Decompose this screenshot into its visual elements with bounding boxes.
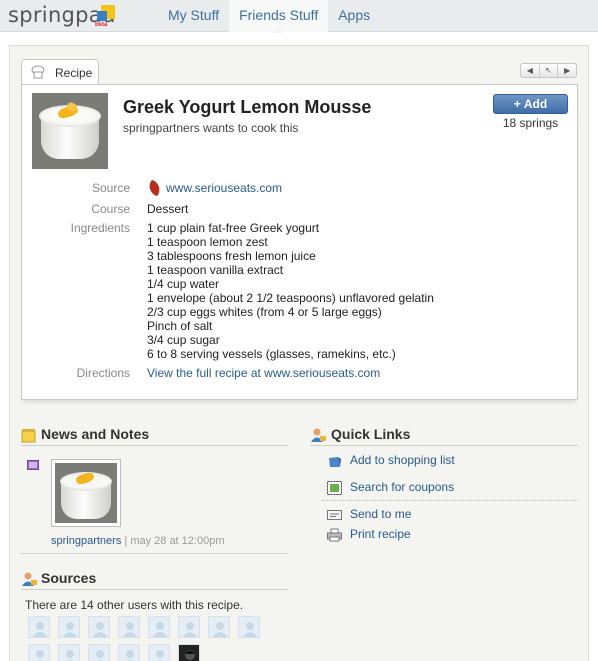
user-photo-avatar <box>185 650 195 660</box>
envelope-icon <box>327 510 342 520</box>
default-avatar-icon <box>96 650 104 661</box>
active-nav-caret <box>273 27 285 33</box>
recipe-card: Greek Yogurt Lemon Mousse springpartners… <box>21 84 578 400</box>
news-date: may 28 at 12:00pm <box>130 535 225 547</box>
serious-eats-icon <box>145 179 164 197</box>
recipe-photo[interactable] <box>32 93 108 169</box>
top-bar: springpad beta My Stuff Friends Stuff Ap… <box>0 0 598 33</box>
prev-item-button[interactable]: ◀ <box>521 64 540 77</box>
course-label: Course <box>91 202 130 216</box>
default-avatar-icon <box>213 622 227 637</box>
main-panel: Recipe ◀ ↖ ▶ Greek Yogurt Lemon Mousse s… <box>9 45 589 661</box>
beta-badge: beta <box>95 22 108 28</box>
divider <box>310 445 578 446</box>
ingredient-item: 2/3 cup eggs whites (from 4 or 5 large e… <box>147 305 382 319</box>
quick-link-shopping-list[interactable]: Add to shopping list <box>350 453 455 467</box>
news-meta: springpartners | may 28 at 12:00pm <box>51 535 224 547</box>
default-avatar-icon <box>66 650 74 661</box>
ingredient-item: 1/4 cup water <box>147 277 220 291</box>
source-user-avatar[interactable] <box>238 616 260 638</box>
news-author-link[interactable]: springpartners <box>51 535 121 547</box>
coupon-icon <box>327 481 342 495</box>
directions-label: Directions <box>76 366 130 380</box>
meta-separator: | <box>124 535 128 547</box>
source-user-avatar[interactable] <box>58 644 80 661</box>
default-avatar-icon <box>36 650 44 661</box>
ingredient-item: Pinch of salt <box>147 319 213 333</box>
ingredient-item: 6 to 8 serving vessels (glasses, ramekin… <box>147 347 396 361</box>
default-avatar-icon <box>153 622 167 637</box>
user-sources-icon <box>22 572 37 586</box>
item-pager: ◀ ↖ ▶ <box>520 63 577 78</box>
source-user-avatar[interactable] <box>28 644 50 661</box>
divider <box>21 589 288 590</box>
up-button[interactable]: ↖ <box>540 64 559 77</box>
printer-icon <box>327 528 342 542</box>
springpad-logo-mark[interactable]: beta <box>95 5 117 28</box>
tab-label: Recipe <box>55 66 93 80</box>
default-avatar-icon <box>156 650 164 661</box>
quick-link-print-recipe[interactable]: Print recipe <box>350 527 411 541</box>
source-user-avatar[interactable] <box>118 644 140 661</box>
source-user-avatar[interactable] <box>88 616 110 638</box>
main-nav: My Stuff Friends Stuff Apps <box>158 0 380 32</box>
ingredients-list: 1 cup plain fat-free Greek yogurt 1 teas… <box>147 221 434 361</box>
sources-heading: Sources <box>41 570 97 586</box>
quick-link-send-to-me[interactable]: Send to me <box>350 507 411 521</box>
dotted-divider <box>21 553 288 554</box>
ingredient-item: 1 envelope (about 2 1/2 teaspoons) unfla… <box>147 291 434 305</box>
dotted-divider <box>322 500 578 501</box>
nav-my-stuff[interactable]: My Stuff <box>158 0 229 32</box>
source-user-avatar[interactable] <box>178 644 200 661</box>
source-link[interactable]: www.seriouseats.com <box>166 181 282 195</box>
springs-count: 18 springs <box>502 116 559 130</box>
next-item-button[interactable]: ▶ <box>558 64 576 77</box>
default-avatar-icon <box>183 622 197 637</box>
source-label: Source <box>91 181 130 195</box>
source-user-avatar[interactable] <box>148 616 170 638</box>
sources-count-text: There are 14 other users with this recip… <box>25 598 244 612</box>
source-user-avatar[interactable] <box>178 616 200 638</box>
default-avatar-icon <box>63 622 77 637</box>
default-avatar-icon <box>126 650 134 661</box>
default-avatar-icon <box>93 622 107 637</box>
user-links-icon <box>311 428 326 442</box>
default-avatar-icon <box>123 622 137 637</box>
news-photo-image <box>55 463 117 523</box>
ingredient-item: 1 cup plain fat-free Greek yogurt <box>147 221 320 235</box>
ingredient-item: 3/4 cup sugar <box>147 333 220 347</box>
course-value: Dessert <box>147 202 189 216</box>
source-user-avatar[interactable] <box>28 616 50 638</box>
ingredient-item: 1 teaspoon lemon zest <box>147 235 268 249</box>
source-user-avatar[interactable] <box>148 644 170 661</box>
source-user-avatar[interactable] <box>118 616 140 638</box>
plus-icon: + <box>513 97 521 111</box>
add-button-label: Add <box>523 97 548 111</box>
divider <box>21 445 288 446</box>
logo-square-blue <box>97 11 107 21</box>
recipe-title: Greek Yogurt Lemon Mousse <box>123 97 372 117</box>
add-button[interactable]: + Add <box>493 94 568 114</box>
nav-apps[interactable]: Apps <box>328 0 380 32</box>
chef-hat-icon <box>31 65 45 79</box>
shopping-bag-icon <box>329 457 341 467</box>
tab-recipe[interactable]: Recipe <box>21 59 99 85</box>
source-user-avatar[interactable] <box>88 644 110 661</box>
directions-link[interactable]: View the full recipe at www.seriouseats.… <box>147 366 380 380</box>
ingredient-item: 1 teaspoon vanilla extract <box>147 263 284 277</box>
news-photo[interactable] <box>51 459 121 527</box>
ingredient-item: 3 tablespoons fresh lemon juice <box>147 249 316 263</box>
quick-link-coupons[interactable]: Search for coupons <box>350 480 454 494</box>
recipe-subtitle: springpartners wants to cook this <box>123 121 299 135</box>
photo-note-icon <box>27 460 39 470</box>
source-user-avatar[interactable] <box>208 616 230 638</box>
default-avatar-icon <box>243 622 257 637</box>
notepad-icon <box>21 429 36 443</box>
source-value: www.seriouseats.com <box>145 179 282 197</box>
ingredients-label: Ingredients <box>70 221 130 235</box>
default-avatar-icon <box>33 622 47 637</box>
quick-links-heading: Quick Links <box>331 426 411 442</box>
source-user-avatar[interactable] <box>58 616 80 638</box>
news-heading: News and Notes <box>41 426 150 442</box>
